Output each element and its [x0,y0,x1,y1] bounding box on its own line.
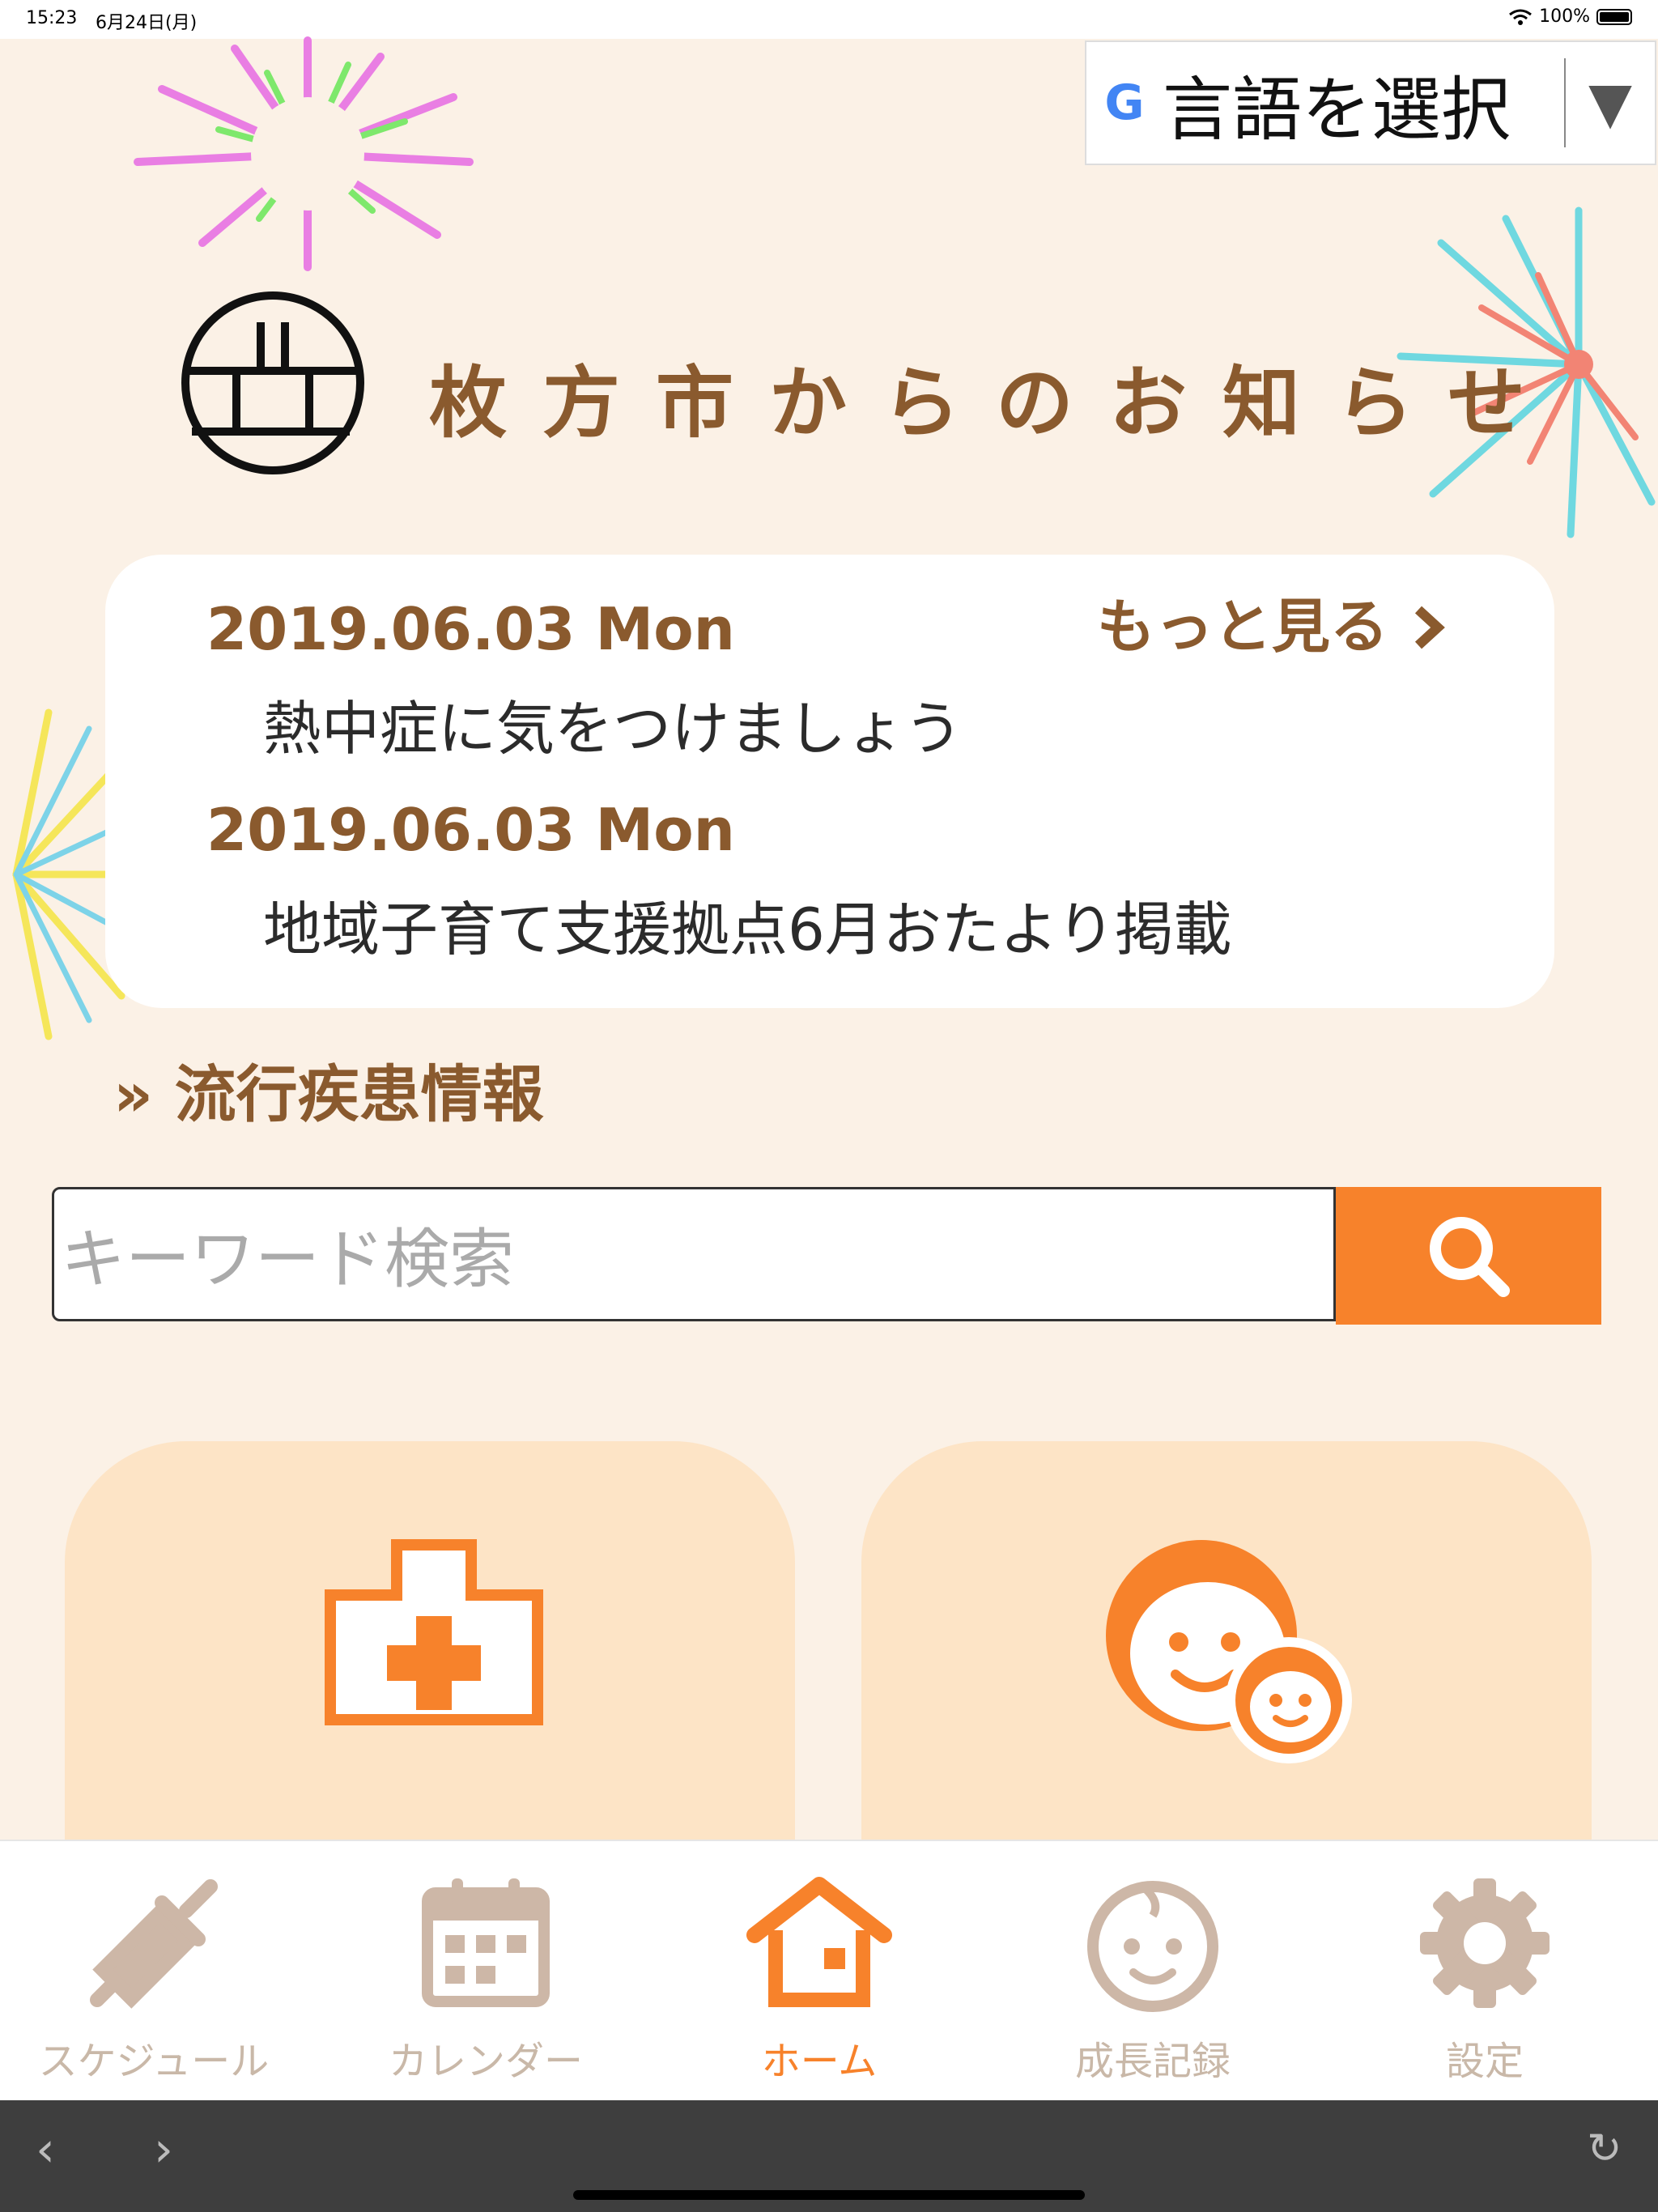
status-right: 100% [1508,6,1632,27]
tab-settings[interactable]: 設定 [1323,1841,1647,2102]
forward-icon[interactable]: › [154,2121,173,2178]
parent-child-icon [1106,1540,1352,1763]
reload-icon[interactable]: ↻ [1587,2125,1622,2173]
google-icon: G [1104,74,1145,131]
parenting-menu-card[interactable] [861,1441,1592,1846]
search-button[interactable] [1336,1187,1601,1325]
tab-calendar[interactable]: カレンダー [324,1841,648,2102]
disease-info-link[interactable]: » 流行疾患情報 [113,1044,544,1134]
tab-schedule[interactable]: スケジュール [0,1841,316,2102]
language-selector[interactable]: G 言語を選択 ▼ [1085,40,1656,165]
double-chevron-icon: » [113,1058,154,1130]
tab-home[interactable]: ホーム [657,1841,981,2102]
news-item[interactable]: 2019.06.03 Mon 熱中症に気をつけましょう [206,595,963,766]
gear-icon [1420,1878,1550,2008]
tab-label: カレンダー [388,2039,583,2084]
search-icon [1430,1217,1510,1297]
city-logo-icon [181,291,364,474]
page-title: 枚方市からのお知らせ [429,358,1562,449]
status-time: 15:23 [26,8,78,28]
news-text: 地域子育て支援拠点6月おたより掲載 [263,895,1232,963]
syringe-icon [90,1879,218,2009]
news-item[interactable]: 2019.06.03 Mon 地域子育て支援拠点6月おたより掲載 [206,796,1231,967]
chevron-right-icon [1414,606,1445,649]
news-date: 2019.06.03 Mon [206,796,735,864]
tab-label: スケジュール [38,2039,270,2084]
firework-decoration-top [134,36,474,271]
news-text: 熱中症に気をつけましょう [263,695,963,763]
search-input[interactable]: キーワード検索 [52,1187,1336,1321]
status-date: 6月24日(月) [96,13,198,33]
calendar-icon [422,1878,550,2007]
more-news-label: もっと見る [1096,593,1388,661]
tab-label: ホーム [761,2039,878,2084]
battery-percent: 100% [1539,6,1590,27]
search-bar: キーワード検索 [52,1187,1601,1325]
tab-label: 成長記録 [1074,2039,1231,2084]
home-icon [746,1877,892,2007]
tab-bar: スケジュール カレンダー ホーム 成長記録 設定 [0,1840,1658,2100]
dropdown-arrow-icon: ▼ [1588,70,1632,136]
home-indicator [573,2190,1085,2200]
news-card: もっと見る 2019.06.03 Mon 熱中症に気をつけましょう 2019.0… [105,555,1554,1008]
wifi-icon [1509,9,1533,25]
more-news-link[interactable]: もっと見る [1097,579,1449,664]
news-date: 2019.06.03 Mon [206,595,735,663]
battery-icon [1596,8,1632,25]
tab-label: 設定 [1445,2039,1524,2084]
medical-menu-card[interactable] [65,1441,795,1846]
hospital-icon [325,1539,543,1725]
back-icon[interactable]: ‹ [36,2121,55,2178]
tab-growth-record[interactable]: 成長記録 [991,1841,1315,2102]
language-selector-label: 言語を選択 [1163,69,1511,151]
baby-face-icon [1087,1881,1218,2012]
disease-info-label: 流行疾患情報 [174,1058,544,1130]
